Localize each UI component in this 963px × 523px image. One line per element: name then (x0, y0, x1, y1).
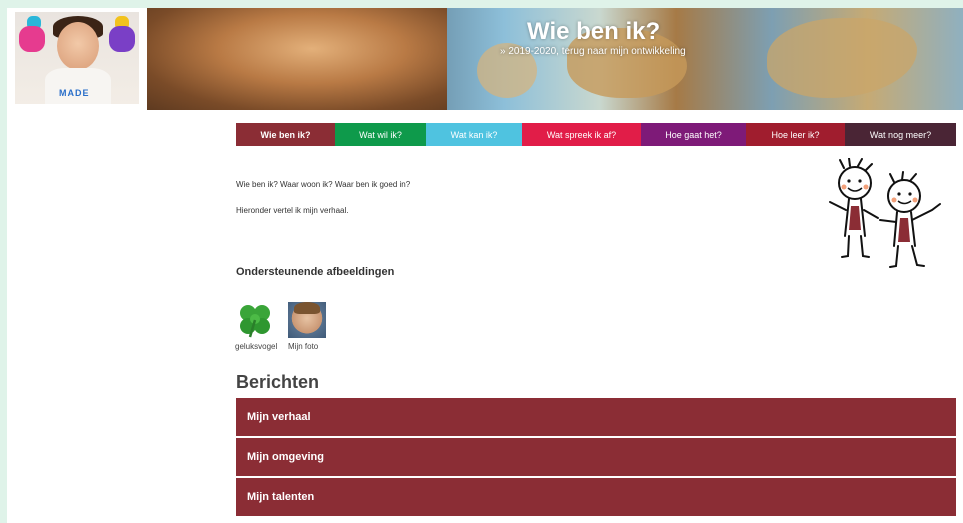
breadcrumb-link[interactable]: » 2019-2020, terug naar mijn ontwikkelin… (500, 46, 686, 57)
clover-label[interactable]: geluksvogel (235, 342, 277, 351)
berichten-heading: Berichten (236, 372, 320, 392)
nav-wat-wil-ik[interactable]: Wat wil ik? (335, 123, 426, 146)
boy-photo[interactable] (288, 302, 326, 338)
nav-wat-kan-ik[interactable]: Wat kan ik? (426, 123, 522, 146)
nav-hoe-gaat-het[interactable]: Hoe gaat het? (641, 123, 746, 146)
kids-drawing (829, 158, 941, 268)
nav-wat-nog-meer[interactable]: Wat nog meer? (845, 123, 956, 146)
accordion-mijn-verhaal[interactable]: Mijn verhaal (236, 398, 956, 436)
photo-label[interactable]: Mijn foto (288, 342, 318, 351)
accordion-mijn-talenten[interactable]: Mijn talenten (236, 478, 956, 516)
site-title: Wie ben ik? (527, 18, 661, 45)
nav-wat-spreek-ik-af[interactable]: Wat spreek ik af? (522, 123, 641, 146)
main-nav: Wie ben ik? Wat wil ik? Wat kan ik? Wat … (236, 123, 956, 146)
logo-shirt-text: MADE (59, 88, 90, 98)
clover-icon[interactable] (236, 302, 274, 338)
images-heading: Ondersteunende afbeeldingen (236, 266, 395, 278)
story-text: Hieronder vertel ik mijn verhaal. (236, 206, 349, 215)
intro-text: Wie ben ik? Waar woon ik? Waar ben ik go… (236, 180, 411, 189)
logo-child-photo: MADE (15, 12, 139, 104)
nav-wie-ben-ik[interactable]: Wie ben ik? (236, 123, 335, 146)
accordion-mijn-omgeving[interactable]: Mijn omgeving (236, 438, 956, 476)
header-banner: MADE Wie ben ik? » 2019-2020, terug naar… (7, 8, 963, 110)
site-logo[interactable]: MADE (7, 8, 147, 110)
nav-hoe-leer-ik[interactable]: Hoe leer ik? (746, 123, 845, 146)
page: MADE Wie ben ik? » 2019-2020, terug naar… (7, 8, 963, 523)
painted-hand-right (109, 26, 135, 52)
painted-hand-left (19, 26, 45, 52)
banner-hair-image (147, 8, 447, 110)
